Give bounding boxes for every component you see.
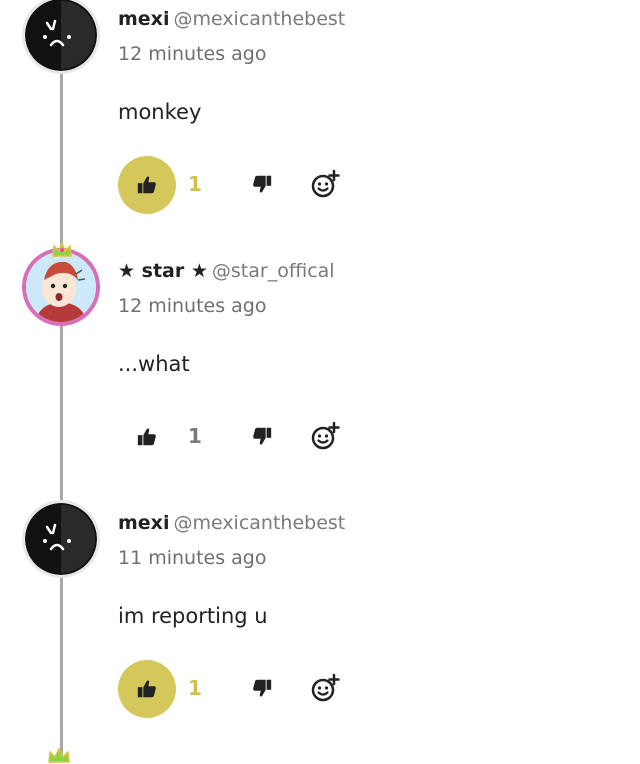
comment-body: ...what	[118, 352, 190, 376]
user-avatar[interactable]	[22, 500, 100, 578]
add-reaction-icon	[311, 421, 340, 450]
like-count: 1	[188, 172, 202, 196]
dislike-button[interactable]	[248, 674, 276, 702]
add-reaction-icon	[311, 169, 340, 198]
author-handle[interactable]: @mexicanthebest	[173, 8, 345, 30]
user-avatar[interactable]	[22, 0, 100, 74]
crown-badge-icon	[48, 747, 70, 763]
comment-body: monkey	[118, 100, 202, 124]
timestamp: 11 minutes ago	[118, 547, 267, 569]
author-handle[interactable]: @mexicanthebest	[173, 512, 345, 534]
comment-body: im reporting u	[118, 604, 268, 628]
like-count: 1	[188, 676, 202, 700]
thumbs-down-icon	[253, 427, 272, 445]
comment-header: mexi @mexicanthebest	[118, 512, 345, 534]
user-avatar[interactable]	[22, 248, 100, 326]
black-ball-avatar-icon	[25, 503, 97, 575]
comment-header: ★ star ★ @star_offical	[118, 260, 335, 282]
dislike-button[interactable]	[248, 422, 276, 450]
add-reaction-button[interactable]	[309, 672, 341, 704]
thumbs-down-icon	[253, 679, 272, 697]
timestamp: 12 minutes ago	[118, 43, 267, 65]
comment: ★ star ★ @star_offical 12 minutes ago ...…	[0, 240, 640, 504]
add-reaction-button[interactable]	[309, 420, 341, 452]
like-count: 1	[188, 424, 202, 448]
author-name[interactable]: ★ star ★	[118, 260, 208, 282]
crown-badge-icon	[52, 240, 72, 257]
dislike-button[interactable]	[248, 170, 276, 198]
comment: mexi @mexicanthebest 12 minutes ago monke…	[0, 0, 640, 252]
thumbs-up-icon	[137, 176, 156, 194]
author-name[interactable]: mexi	[118, 8, 169, 30]
comment: mexi @mexicanthebest 11 minutes ago im re…	[0, 500, 640, 756]
timestamp: 12 minutes ago	[118, 295, 267, 317]
comment-header: mexi @mexicanthebest	[118, 8, 345, 30]
thumbs-down-icon	[253, 175, 272, 193]
thumbs-up-icon	[137, 680, 156, 698]
add-reaction-icon	[311, 673, 340, 702]
add-reaction-button[interactable]	[309, 168, 341, 200]
like-button[interactable]	[118, 660, 176, 718]
black-ball-avatar-icon	[25, 0, 97, 71]
thumbs-up-icon	[137, 428, 156, 446]
cartoon-character-avatar-icon	[26, 252, 96, 322]
like-button[interactable]	[118, 156, 176, 214]
author-handle[interactable]: @star_offical	[212, 260, 335, 282]
like-button[interactable]	[118, 408, 176, 466]
author-name[interactable]: mexi	[118, 512, 169, 534]
